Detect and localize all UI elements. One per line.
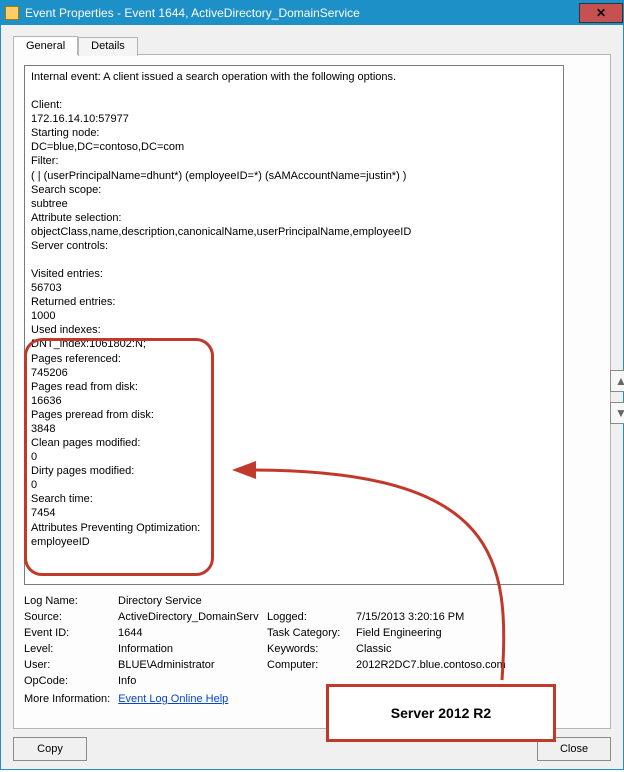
more-info-label: More Information: bbox=[24, 693, 110, 705]
dialog-button-row: Copy Close bbox=[13, 729, 611, 761]
arrow-up-icon: ▲ bbox=[615, 374, 624, 388]
close-button[interactable]: Close bbox=[537, 737, 611, 761]
titlebar: Event Properties - Event 1644, ActiveDir… bbox=[1, 1, 623, 25]
copy-button[interactable]: Copy bbox=[13, 737, 87, 761]
event-id-label: Event ID: bbox=[24, 627, 114, 639]
level-label: Level: bbox=[24, 643, 114, 655]
log-name-label: Log Name: bbox=[24, 595, 114, 607]
tab-general[interactable]: General bbox=[13, 36, 78, 55]
keywords-value: Classic bbox=[356, 643, 600, 655]
opcode-label: OpCode: bbox=[24, 675, 114, 687]
next-event-button[interactable]: ▼ bbox=[610, 402, 624, 424]
arrow-down-icon: ▼ bbox=[615, 406, 624, 420]
event-description-text[interactable]: Internal event: A client issued a search… bbox=[24, 65, 564, 585]
tab-details[interactable]: Details bbox=[78, 37, 138, 56]
window-close-button[interactable]: ✕ bbox=[579, 3, 623, 23]
event-id-value: 1644 bbox=[118, 627, 263, 639]
logged-label: Logged: bbox=[267, 611, 352, 623]
computer-value: 2012R2DC7.blue.contoso.com bbox=[356, 659, 600, 671]
log-name-value: Directory Service bbox=[118, 595, 600, 607]
source-label: Source: bbox=[24, 611, 114, 623]
computer-label: Computer: bbox=[267, 659, 352, 671]
tab-panel-general: Internal event: A client issued a search… bbox=[13, 54, 611, 729]
opcode-value: Info bbox=[118, 675, 600, 687]
close-icon: ✕ bbox=[596, 6, 606, 20]
tabstrip: General Details bbox=[13, 35, 611, 54]
user-label: User: bbox=[24, 659, 114, 671]
source-value: ActiveDirectory_DomainServ bbox=[118, 611, 263, 623]
user-value: BLUE\Administrator bbox=[118, 659, 263, 671]
task-category-label: Task Category: bbox=[267, 627, 352, 639]
app-icon bbox=[5, 6, 19, 20]
task-category-value: Field Engineering bbox=[356, 627, 600, 639]
window-title: Event Properties - Event 1644, ActiveDir… bbox=[25, 6, 360, 20]
event-fields-grid: Log Name: Directory Service Source: Acti… bbox=[24, 595, 600, 705]
event-log-online-help-link[interactable]: Event Log Online Help bbox=[118, 693, 228, 705]
keywords-label: Keywords: bbox=[267, 643, 352, 655]
prev-event-button[interactable]: ▲ bbox=[610, 370, 624, 392]
client-area: General Details Internal event: A client… bbox=[1, 25, 623, 769]
logged-value: 7/15/2013 3:20:16 PM bbox=[356, 611, 600, 623]
level-value: Information bbox=[118, 643, 263, 655]
event-properties-window: Event Properties - Event 1644, ActiveDir… bbox=[0, 0, 624, 770]
